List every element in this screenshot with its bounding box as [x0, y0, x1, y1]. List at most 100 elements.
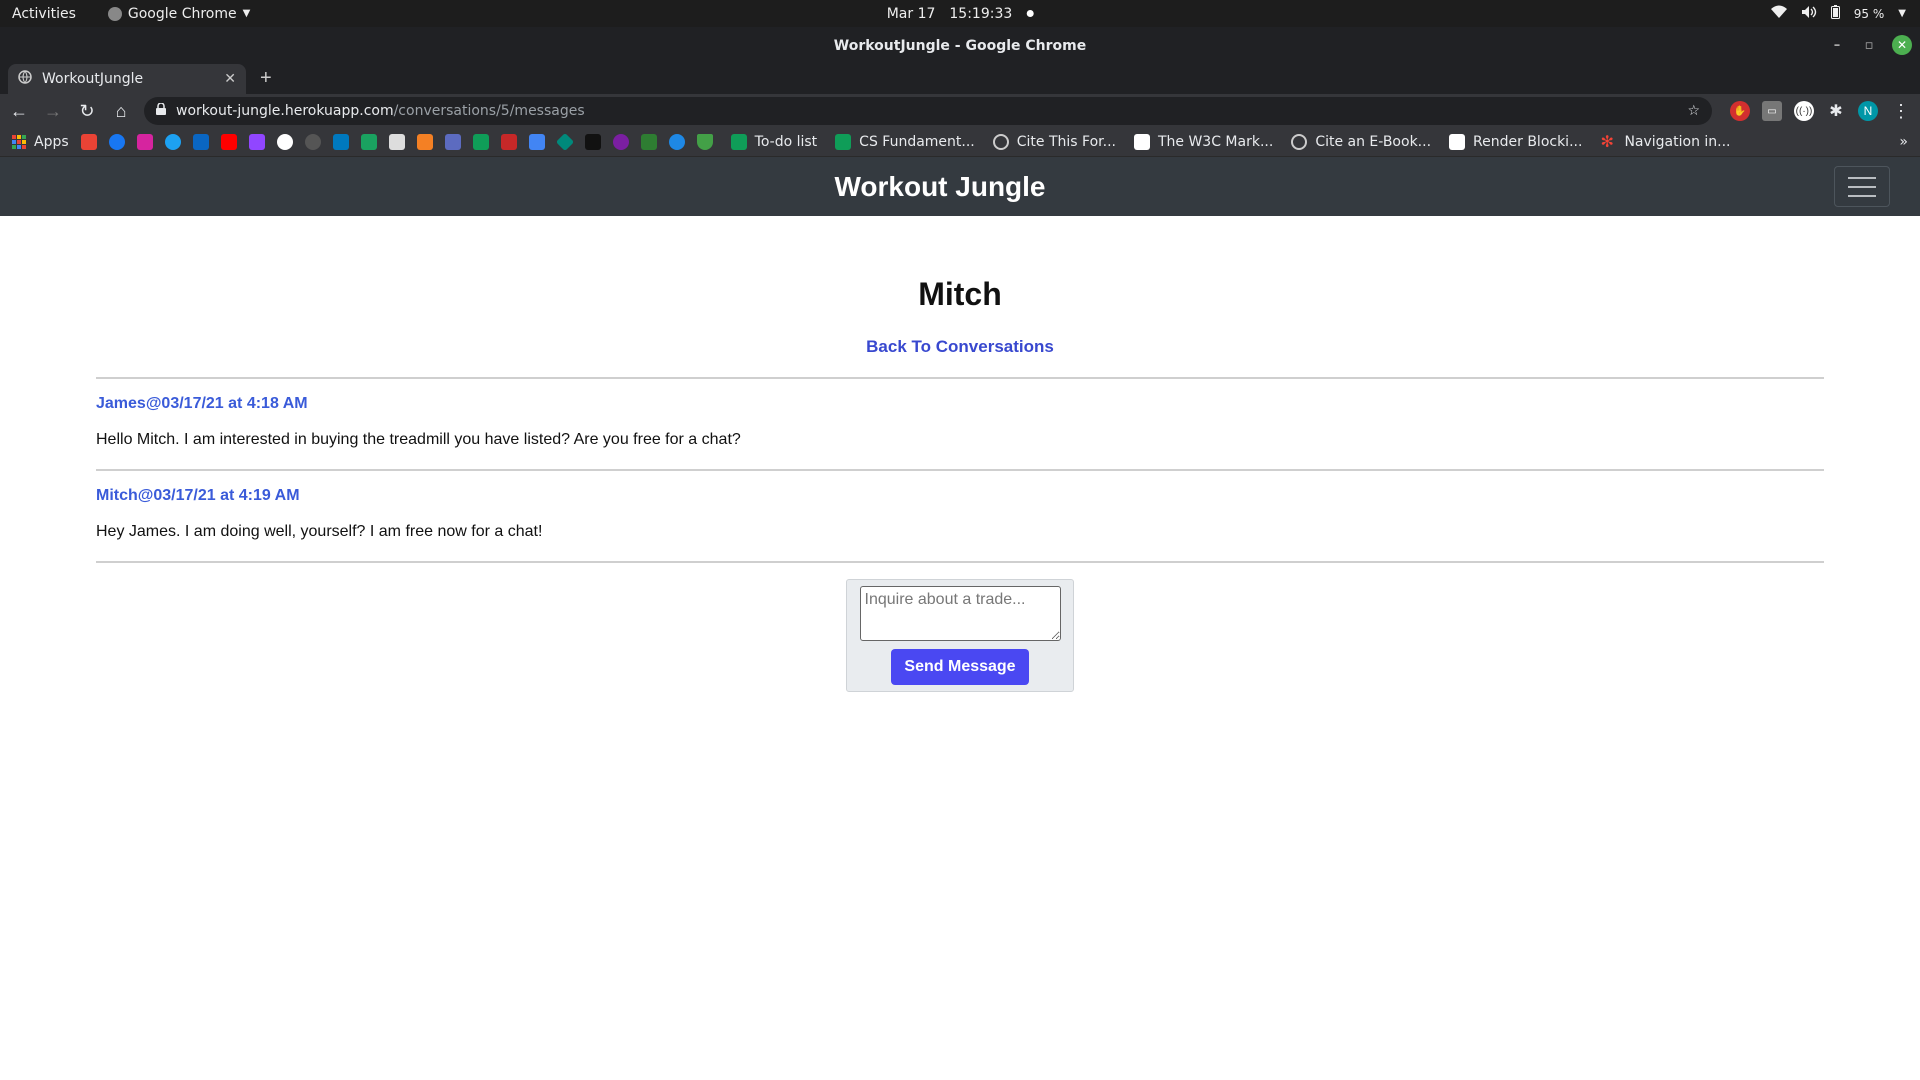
gmail-icon[interactable]	[80, 134, 97, 150]
github-icon[interactable]	[304, 134, 321, 150]
url-path: /conversations/5/messages	[393, 103, 585, 119]
bookmark-todo-list[interactable]: To-do list	[730, 134, 818, 150]
globe-icon	[18, 70, 32, 88]
sheets-icon[interactable]	[472, 134, 489, 150]
clock[interactable]: Mar 17 15:19:33	[887, 6, 1034, 22]
purple-leaf-icon[interactable]	[612, 134, 629, 150]
message-item: James@03/17/21 at 4:18 AM Hello Mitch. I…	[96, 379, 1824, 469]
bookmark-navigation-in[interactable]: ✻ Navigation in...	[1600, 132, 1731, 151]
chrome-icon	[107, 6, 122, 21]
minimize-icon[interactable]: –	[1828, 38, 1846, 53]
lock-icon[interactable]	[156, 102, 166, 119]
forward-arrow-icon[interactable]: →	[42, 101, 64, 122]
facebook-icon[interactable]	[108, 134, 125, 150]
battery-percent: 95 %	[1853, 6, 1885, 21]
hamburger-menu-icon[interactable]	[1834, 166, 1890, 207]
twitter-icon[interactable]	[164, 134, 181, 150]
wifi-icon	[1770, 5, 1787, 22]
bookmark-render-blocking[interactable]: Render Blocki...	[1449, 134, 1582, 150]
instagram-icon[interactable]	[136, 134, 153, 150]
black-box-icon[interactable]	[584, 134, 601, 150]
message-input[interactable]	[859, 586, 1061, 641]
compose-form: Send Message	[846, 579, 1074, 692]
shield-icon[interactable]	[696, 134, 713, 150]
clock-time: 15:19:33	[949, 5, 1013, 22]
bookmark-label: Cite This For...	[1016, 134, 1116, 150]
teal-diamond-icon[interactable]	[555, 132, 574, 152]
tab-workoutjungle[interactable]: WorkoutJungle ✕	[8, 64, 246, 94]
bookmarks-overflow-icon[interactable]: »	[1899, 134, 1908, 150]
bookmark-cite-an-ebook[interactable]: Cite an E-Book...	[1291, 134, 1431, 150]
bookmarks-bar: Apps To-do list CS Fundament... Cite Thi…	[0, 128, 1920, 157]
bookmark-label: The W3C Mark...	[1157, 134, 1274, 150]
grid-red-icon[interactable]	[500, 134, 517, 150]
divider	[96, 561, 1824, 563]
message-item: Mitch@03/17/21 at 4:19 AM Hey James. I a…	[96, 471, 1824, 561]
restore-icon[interactable]: ▫	[1860, 38, 1878, 53]
extension-cast-icon[interactable]: ▭	[1762, 101, 1782, 121]
asterisk-icon: ✻	[1600, 132, 1614, 151]
google-icon[interactable]	[276, 134, 293, 150]
os-top-bar: Activities Google Chrome ▼ Mar 17 15:19:…	[0, 0, 1920, 27]
message-author: James@03/17/21 at 4:18 AM	[96, 395, 308, 412]
caret-down-icon: ▼	[242, 8, 251, 19]
send-message-button[interactable]: Send Message	[891, 649, 1029, 685]
extension-hand-icon[interactable]: ✋	[1730, 101, 1750, 121]
home-icon[interactable]: ⌂	[110, 101, 132, 122]
docs-blue-icon[interactable]	[528, 134, 545, 150]
bookmark-cs-fundamentals[interactable]: CS Fundament...	[835, 134, 975, 150]
bookmark-label: Cite an E-Book...	[1315, 134, 1432, 150]
conversation-content: Mitch Back To Conversations James@03/17/…	[0, 276, 1920, 692]
twitch-icon[interactable]	[248, 134, 265, 150]
globe-icon	[1291, 134, 1308, 150]
app-menu[interactable]: Google Chrome ▼	[88, 6, 250, 22]
new-tab-icon[interactable]: +	[246, 67, 286, 94]
bookmark-star-icon[interactable]: ☆	[1687, 103, 1700, 119]
caret-down-icon: ▼	[1898, 8, 1906, 19]
notification-dot-icon	[1026, 10, 1034, 17]
extensions-puzzle-icon[interactable]: ✱	[1826, 101, 1846, 121]
window-title-bar: WorkoutJungle - Google Chrome – ▫ ✕	[0, 27, 1920, 64]
extension-radio-icon[interactable]: ((·))	[1794, 101, 1814, 121]
trello-icon[interactable]	[332, 134, 349, 150]
bookmark-label: To-do list	[754, 134, 818, 150]
message-author: Mitch@03/17/21 at 4:19 AM	[96, 487, 300, 504]
green-badge-icon[interactable]	[640, 134, 657, 150]
kebab-menu-icon[interactable]: ⋮	[1890, 101, 1912, 122]
tab-close-icon[interactable]: ✕	[224, 71, 236, 87]
linkedin-icon[interactable]	[192, 134, 209, 150]
address-bar[interactable]: workout-jungle.herokuapp.com/conversatio…	[144, 97, 1712, 125]
w3c-icon	[1133, 134, 1150, 150]
activities-button[interactable]: Activities	[0, 6, 88, 22]
clock-date: Mar 17	[886, 5, 936, 22]
site-brand[interactable]: Workout Jungle	[834, 171, 1045, 203]
back-to-conversations-link[interactable]: Back To Conversations	[96, 337, 1824, 357]
app-menu-label: Google Chrome	[127, 5, 237, 22]
back-arrow-icon[interactable]: ←	[8, 101, 30, 122]
youtube-icon[interactable]	[220, 134, 237, 150]
bookmark-label: CS Fundament...	[859, 134, 975, 150]
window-title: WorkoutJungle - Google Chrome	[833, 37, 1087, 54]
bookmark-w3c-markup[interactable]: The W3C Mark...	[1133, 134, 1274, 150]
bookmark-label: Render Blocki...	[1473, 134, 1583, 150]
url-text[interactable]: workout-jungle.herokuapp.com/conversatio…	[176, 103, 1677, 119]
sheets-plus-icon	[835, 134, 852, 150]
sheets-plus-icon	[730, 134, 747, 150]
reload-icon[interactable]: ↻	[76, 101, 98, 122]
bookmark-apps-label: Apps	[34, 134, 69, 150]
page-title: Mitch	[918, 276, 1002, 312]
stackoverflow-icon[interactable]	[416, 134, 433, 150]
notes-icon[interactable]	[388, 134, 405, 150]
system-tray[interactable]: 95 % ▼	[1770, 5, 1920, 22]
cloud-icon[interactable]	[668, 134, 685, 150]
web-dev-icon	[1449, 134, 1466, 150]
profile-avatar[interactable]: N	[1858, 101, 1878, 121]
browser-toolbar: ← → ↻ ⌂ workout-jungle.herokuapp.com/con…	[0, 94, 1920, 128]
docs-icon[interactable]	[444, 134, 461, 150]
window-close-icon[interactable]: ✕	[1892, 35, 1912, 55]
bookmark-cite-this-for[interactable]: Cite This For...	[992, 134, 1116, 150]
bookmark-label: Navigation in...	[1624, 134, 1731, 150]
bookmark-apps[interactable]: Apps	[12, 134, 69, 150]
volume-icon	[1801, 5, 1817, 22]
calendar-icon[interactable]	[360, 134, 377, 150]
